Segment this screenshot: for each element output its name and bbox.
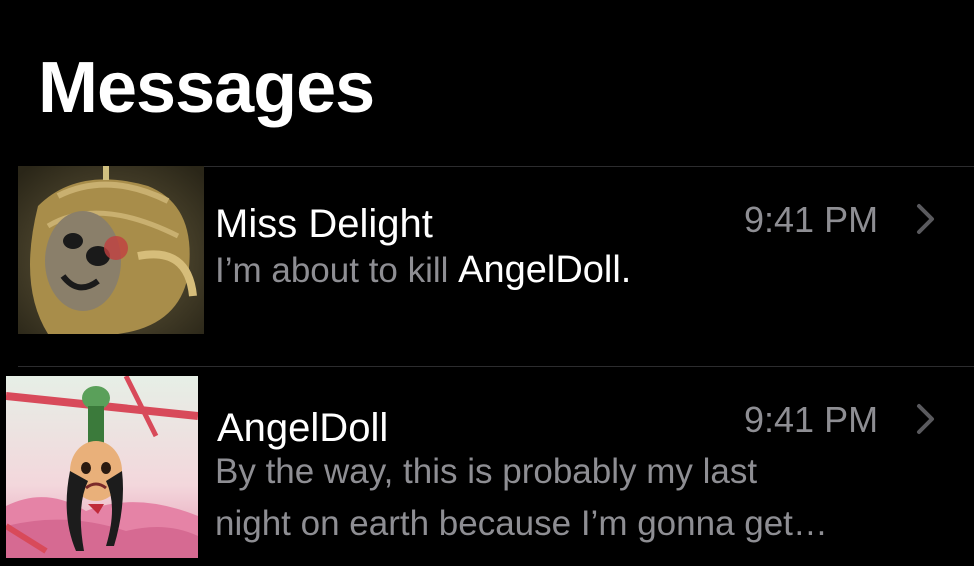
sender-name: AngelDoll [217,406,389,450]
conversation-row-angeldoll[interactable]: AngelDoll 9:41 PM By the way, this is pr… [0,366,974,566]
preview-line: By the way, this is probably my last [215,452,758,491]
preview-highlight: AngelDoll. [458,249,632,291]
message-time: 9:41 PM [744,399,879,440]
conversation-row-miss-delight[interactable]: Miss Delight 9:41 PM I’m about to kill A… [0,166,974,366]
message-preview: I’m about to kill AngelDoll. [215,244,631,297]
message-time: 9:41 PM [744,199,879,240]
preview-line: night on earth because I’m gonna get… [215,504,828,543]
chevron-right-icon [917,404,934,434]
avatar-angeldoll [6,376,198,558]
sender-name: Miss Delight [215,202,433,246]
preview-text: I’m about to kill [215,251,459,290]
page-title: Messages [38,48,375,128]
avatar-miss-delight [18,166,204,334]
message-preview: By the way, this is probably my last nig… [215,446,828,550]
chevron-right-icon [917,204,934,234]
